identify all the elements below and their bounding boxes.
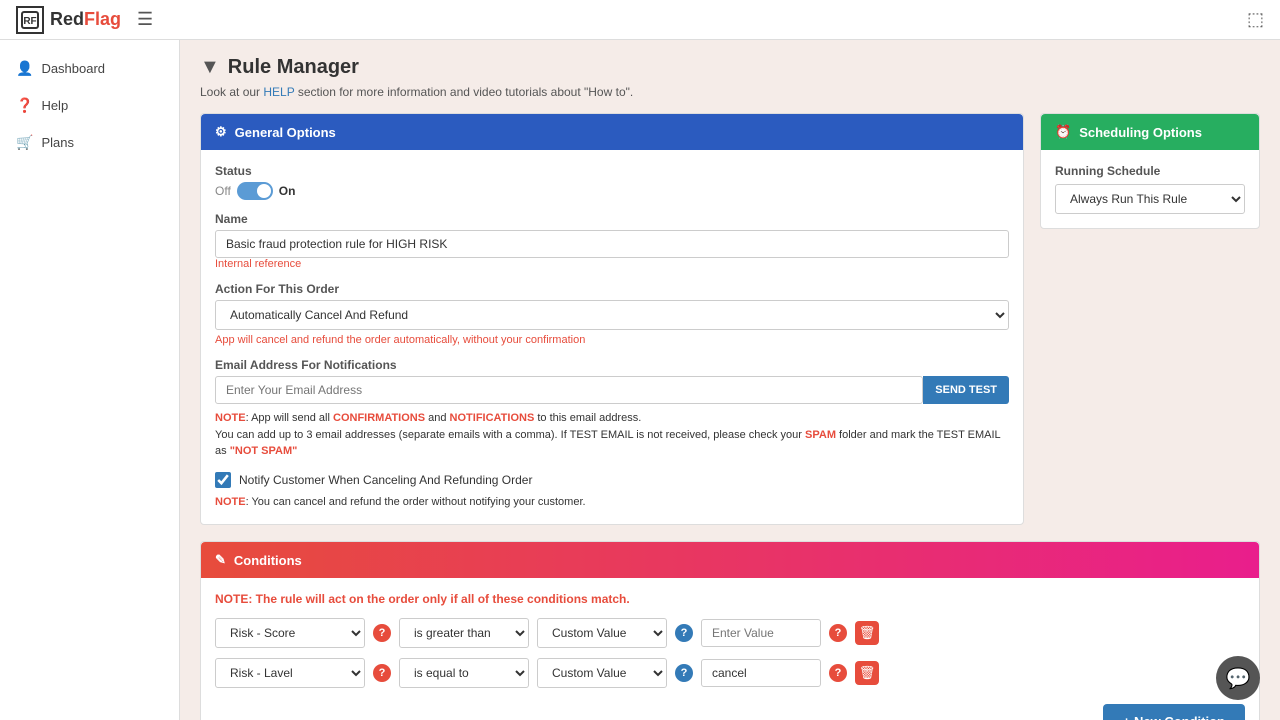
- hamburger-icon[interactable]: ☰: [137, 9, 153, 30]
- notify-checkbox-row: Notify Customer When Canceling And Refun…: [215, 472, 1009, 488]
- condition-1-operator[interactable]: is greater than is less than is equal to: [399, 618, 529, 648]
- logo: RF RedFlag: [16, 6, 121, 34]
- sidebar-item-help[interactable]: ❓ Help: [0, 87, 179, 124]
- notifications-label: NOTIFICATIONS: [450, 412, 535, 424]
- general-options-body: Status Off On Name: [201, 150, 1023, 524]
- name-label: Name: [215, 212, 1009, 226]
- spam-label: SPAM: [805, 429, 836, 441]
- name-group: Name Internal reference: [215, 212, 1009, 270]
- help-text: Look at our HELP section for more inform…: [200, 85, 1260, 99]
- conditions-icon: ✎: [215, 552, 226, 568]
- status-toggle[interactable]: [237, 182, 273, 200]
- condition-2-field[interactable]: Risk - Score Risk - Lavel Order Total: [215, 658, 365, 688]
- layout: 👤 Dashboard ❓ Help 🛒 Plans ▼ Rule Manage…: [0, 40, 1280, 720]
- condition-2-value-help[interactable]: ?: [829, 664, 847, 682]
- new-condition-button[interactable]: + New Condition: [1103, 704, 1245, 720]
- note-prefix: NOTE: [215, 412, 246, 424]
- condition-row-2: Risk - Score Risk - Lavel Order Total ? …: [215, 658, 1245, 688]
- condition-row-1: Risk - Score Risk - Lavel Order Total ? …: [215, 618, 1245, 648]
- action-label: Action For This Order: [215, 282, 1009, 296]
- svg-text:RF: RF: [23, 16, 36, 27]
- name-input[interactable]: [215, 230, 1009, 258]
- email-group: Email Address For Notifications SEND TES…: [215, 358, 1009, 460]
- condition-1-value[interactable]: [701, 619, 821, 647]
- side-panel: ⏰ Scheduling Options Running Schedule Al…: [1040, 113, 1260, 245]
- status-label: Status: [215, 164, 1009, 178]
- content-grid: ⚙ General Options Status Off: [200, 113, 1260, 541]
- send-test-button[interactable]: SEND TEST: [923, 376, 1009, 404]
- scheduling-body: Running Schedule Always Run This Rule Ru…: [1041, 150, 1259, 228]
- topbar-right[interactable]: ⬚: [1247, 9, 1264, 30]
- help-link[interactable]: HELP: [263, 85, 294, 99]
- scheduling-header: ⏰ Scheduling Options: [1041, 114, 1259, 150]
- checkbox-note-prefix: NOTE: [215, 496, 246, 508]
- general-options-card: ⚙ General Options Status Off: [200, 113, 1024, 525]
- condition-2-value-type[interactable]: Custom Value Order Value: [537, 658, 667, 688]
- sidebar-item-label-help: Help: [41, 98, 68, 113]
- sidebar-item-dashboard[interactable]: 👤 Dashboard: [0, 50, 179, 87]
- chat-icon: 💬: [1226, 666, 1251, 691]
- logo-text: RedFlag: [50, 9, 121, 30]
- toggle-on-label: On: [279, 184, 296, 198]
- chat-widget[interactable]: 💬: [1216, 656, 1260, 700]
- conditions-body: NOTE: The rule will act on the order onl…: [201, 578, 1259, 720]
- sidebar: 👤 Dashboard ❓ Help 🛒 Plans: [0, 40, 180, 720]
- email-label: Email Address For Notifications: [215, 358, 1009, 372]
- not-spam-label: "NOT SPAM": [230, 445, 298, 457]
- filter-icon: ▼: [200, 56, 220, 79]
- toggle-thumb: [257, 184, 271, 198]
- topbar: RF RedFlag ☰ ⬚: [0, 0, 1280, 40]
- conditions-header: ✎ Conditions: [201, 542, 1259, 578]
- notify-checkbox[interactable]: [215, 472, 231, 488]
- action-group: Action For This Order Automatically Canc…: [215, 282, 1009, 346]
- help-icon: ❓: [16, 97, 33, 114]
- condition-2-delete[interactable]: 🗑: [855, 661, 879, 685]
- action-note: App will cancel and refund the order aut…: [215, 334, 1009, 346]
- email-row: SEND TEST: [215, 376, 1009, 404]
- condition-1-value-type-help[interactable]: ?: [675, 624, 693, 642]
- conditions-note: NOTE: The rule will act on the order onl…: [215, 592, 1245, 606]
- main-panel: ⚙ General Options Status Off: [200, 113, 1024, 541]
- condition-1-field[interactable]: Risk - Score Risk - Lavel Order Total: [215, 618, 365, 648]
- checkbox-note: NOTE: You can cancel and refund the orde…: [215, 494, 1009, 511]
- internal-reference-link[interactable]: Internal reference: [215, 258, 1009, 270]
- email-note: NOTE: App will send all CONFIRMATIONS an…: [215, 410, 1009, 460]
- notify-label: Notify Customer When Canceling And Refun…: [239, 473, 532, 487]
- condition-1-field-help[interactable]: ?: [373, 624, 391, 642]
- action-select[interactable]: Automatically Cancel And Refund Cancel O…: [215, 300, 1009, 330]
- confirmations-label: CONFIRMATIONS: [333, 412, 425, 424]
- topbar-left: RF RedFlag ☰: [16, 6, 153, 34]
- scheduling-icon: ⏰: [1055, 124, 1071, 140]
- condition-2-value[interactable]: [701, 659, 821, 687]
- condition-2-field-help[interactable]: ?: [373, 664, 391, 682]
- general-options-header: ⚙ General Options: [201, 114, 1023, 150]
- conditions-card: ✎ Conditions NOTE: The rule will act on …: [200, 541, 1260, 720]
- condition-1-value-help[interactable]: ?: [829, 624, 847, 642]
- condition-1-value-type[interactable]: Custom Value Order Value: [537, 618, 667, 648]
- running-schedule-select[interactable]: Always Run This Rule Run On Specific Day…: [1055, 184, 1245, 214]
- toggle-container: Off On: [215, 182, 1009, 200]
- condition-2-operator[interactable]: is greater than is less than is equal to: [399, 658, 529, 688]
- condition-1-delete[interactable]: 🗑: [855, 621, 879, 645]
- logo-icon: RF: [16, 6, 44, 34]
- logout-icon[interactable]: ⬚: [1247, 9, 1264, 29]
- dashboard-icon: 👤: [16, 60, 33, 77]
- gear-icon: ⚙: [215, 124, 227, 140]
- sidebar-item-label-dashboard: Dashboard: [41, 61, 105, 76]
- running-schedule-label: Running Schedule: [1055, 164, 1245, 178]
- scheduling-card: ⏰ Scheduling Options Running Schedule Al…: [1040, 113, 1260, 229]
- toggle-off-label: Off: [215, 184, 231, 198]
- plans-icon: 🛒: [16, 134, 33, 151]
- condition-2-value-type-help[interactable]: ?: [675, 664, 693, 682]
- email-input[interactable]: [215, 376, 923, 404]
- page-title: ▼ Rule Manager: [200, 56, 1260, 79]
- sidebar-item-label-plans: Plans: [41, 135, 74, 150]
- main-content: ▼ Rule Manager Look at our HELP section …: [180, 40, 1280, 720]
- sidebar-item-plans[interactable]: 🛒 Plans: [0, 124, 179, 161]
- status-group: Status Off On: [215, 164, 1009, 200]
- clearfix: + New Condition: [215, 698, 1245, 720]
